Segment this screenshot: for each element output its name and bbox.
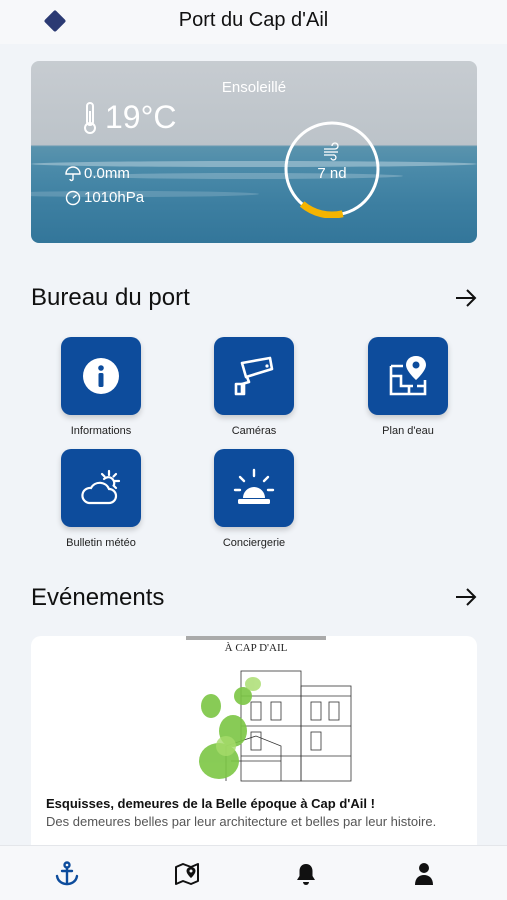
rain-value: 0.0mm: [84, 165, 130, 182]
pressure-value: 1010hPa: [84, 189, 145, 206]
nav-profile[interactable]: [410, 860, 438, 888]
nav-notifications[interactable]: [292, 860, 320, 888]
event-title: Esquisses, demeures de la Belle époque à…: [46, 796, 375, 811]
alarm-light-icon: [233, 468, 275, 504]
weather-card[interactable]: Ensoleillé 19°C 0.0mm 1010hPa 7 nd: [31, 61, 477, 243]
plan-eau-button[interactable]: [368, 337, 448, 415]
tile-label: Caméras: [231, 425, 277, 437]
rain-display: 0.0mm: [65, 165, 130, 182]
cameras-button[interactable]: [214, 337, 294, 415]
tile-label: Conciergerie: [222, 537, 286, 549]
anchor-icon: [55, 861, 79, 886]
pressure-display: 1010hPa: [65, 189, 144, 206]
arrow-right-icon[interactable]: [454, 587, 478, 607]
event-description: Des demeures belles par leur architectur…: [46, 814, 437, 829]
informations-button[interactable]: [61, 337, 141, 415]
thermometer-icon: [84, 101, 96, 134]
map-pin-icon: [389, 356, 427, 396]
tile-informations[interactable]: Informations: [31, 337, 171, 437]
arrow-right-icon[interactable]: [454, 288, 478, 308]
gauge-icon: [65, 190, 81, 205]
bottom-navigation: [0, 845, 507, 900]
conciergerie-button[interactable]: [214, 449, 294, 527]
weather-icon: [81, 469, 121, 505]
user-icon: [415, 863, 433, 885]
bell-icon: [297, 864, 315, 885]
events-section-title: Evénements: [31, 584, 165, 611]
bureau-section-title: Bureau du port: [31, 284, 190, 311]
tile-conciergerie[interactable]: Conciergerie: [184, 449, 324, 549]
camera-icon: [234, 356, 274, 396]
tile-plan-eau[interactable]: Plan d'eau: [338, 337, 478, 437]
event-card[interactable]: À CAP D'AIL Esquisses, demeures de la Be…: [31, 636, 477, 856]
info-icon: [83, 358, 119, 394]
tile-label: Bulletin météo: [66, 537, 136, 549]
tile-label: Informations: [70, 425, 132, 437]
top-bar: Port du Cap d'Ail: [0, 0, 507, 44]
temperature-display: 19°C: [81, 99, 177, 136]
tile-label: Plan d'eau: [382, 425, 434, 437]
wind-icon: [324, 142, 339, 161]
tile-bulletin-meteo[interactable]: Bulletin météo: [31, 449, 171, 549]
wind-value: 7 nd: [317, 165, 347, 182]
event-sketch-image: À CAP D'AIL: [186, 636, 352, 782]
weather-condition: Ensoleillé: [221, 79, 287, 96]
tile-cameras[interactable]: Caméras: [184, 337, 324, 437]
umbrella-icon: [65, 165, 81, 181]
page-title: Port du Cap d'Ail: [178, 9, 329, 31]
nav-port[interactable]: [53, 860, 81, 888]
nav-map[interactable]: [173, 860, 201, 888]
temperature-value: 19°C: [105, 99, 177, 135]
map-icon: [175, 863, 199, 885]
bulletin-meteo-button[interactable]: [61, 449, 141, 527]
image-caption: À CAP D'AIL: [225, 642, 288, 654]
